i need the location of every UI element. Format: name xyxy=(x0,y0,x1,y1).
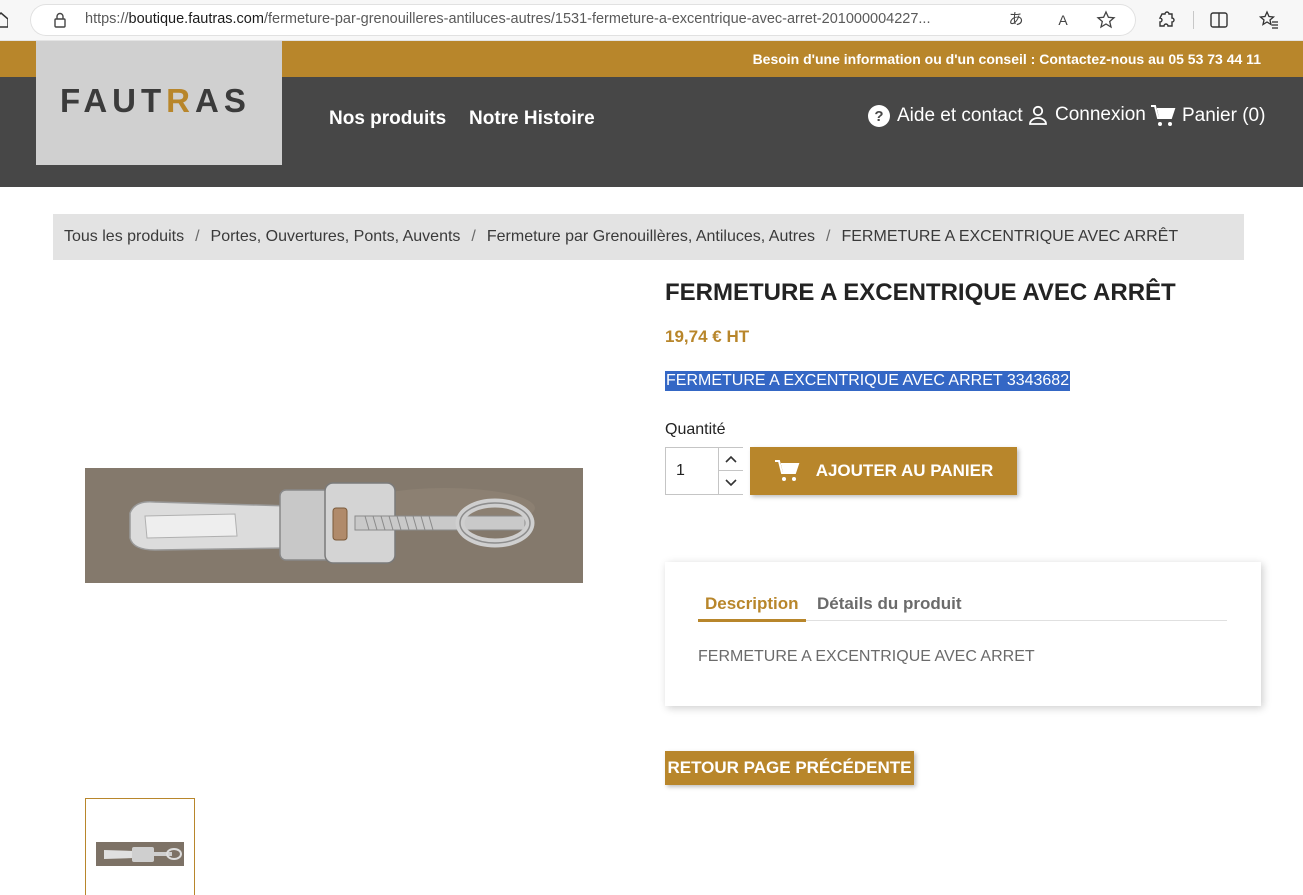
help-contact-link[interactable]: ? Aide et contact xyxy=(867,104,1023,128)
tab-product-details[interactable]: Détails du produit xyxy=(817,594,962,614)
chevron-up-icon xyxy=(725,455,737,463)
nav-produits[interactable]: Nos produits xyxy=(329,108,446,130)
quantity-decrease-button[interactable] xyxy=(718,471,743,494)
thumbnail-image xyxy=(96,842,184,866)
home-icon[interactable] xyxy=(0,12,8,28)
translate-icon[interactable]: あ xyxy=(1006,10,1026,30)
product-price: 19,74 € HT xyxy=(665,327,750,346)
extensions-icon[interactable] xyxy=(1156,10,1176,30)
favorites-icon[interactable] xyxy=(1259,10,1279,30)
url-host: boutique.fautras.com xyxy=(128,11,264,27)
browser-toolbar: https://boutique.fautras.com/fermeture-p… xyxy=(0,0,1303,41)
logo-part-1: FAUT xyxy=(60,82,167,119)
url-path: /fermeture-par-grenouilleres-antiluces-a… xyxy=(263,11,931,27)
svg-text:?: ? xyxy=(874,108,883,125)
quantity-increase-button[interactable] xyxy=(718,448,743,471)
help-label: Aide et contact xyxy=(897,105,1023,126)
product-short-description: FERMETURE A EXCENTRIQUE AVEC ARRET 33436… xyxy=(665,371,1071,391)
breadcrumb-separator: / xyxy=(826,228,831,245)
login-link[interactable]: Connexion xyxy=(1027,104,1146,126)
url-text[interactable]: https://boutique.fautras.com/fermeture-p… xyxy=(85,11,931,27)
url-prefix: https:// xyxy=(85,11,129,27)
quantity-input[interactable] xyxy=(666,448,718,494)
logo-text: FAUTRAS xyxy=(60,82,251,120)
user-icon xyxy=(1029,105,1047,125)
contact-info[interactable]: Besoin d'une information ou d'un conseil… xyxy=(753,51,1261,67)
toolbar-divider xyxy=(1193,11,1194,29)
lock-icon[interactable] xyxy=(52,12,68,28)
back-button[interactable]: RETOUR PAGE PRÉCÉDENTE xyxy=(665,751,914,785)
logo-part-2: AS xyxy=(195,82,251,119)
cart-link[interactable]: Panier (0) xyxy=(1150,104,1265,128)
breadcrumb-separator: / xyxy=(471,228,476,245)
logo-accent: R xyxy=(166,82,196,119)
tab-content-text: FERMETURE A EXCENTRIQUE AVEC ARRET xyxy=(698,648,1035,665)
breadcrumb-item[interactable]: Fermeture par Grenouillères, Antiluces, … xyxy=(487,228,815,246)
help-icon: ? xyxy=(868,105,890,127)
active-tab-indicator xyxy=(698,619,806,622)
cart-icon xyxy=(774,460,800,481)
product-image[interactable] xyxy=(85,468,583,583)
product-thumbnail[interactable] xyxy=(85,798,195,895)
split-screen-icon[interactable] xyxy=(1209,10,1229,30)
breadcrumb: Tous les produits / Portes, Ouvertures, … xyxy=(53,214,1244,260)
breadcrumb-current: FERMETURE A EXCENTRIQUE AVEC ARRÊT xyxy=(841,228,1179,245)
product-tabs: Description Détails du produit FERMETURE… xyxy=(665,562,1261,706)
site-logo[interactable]: FAUTRAS xyxy=(36,41,282,165)
breadcrumb-item[interactable]: Portes, Ouvertures, Ponts, Auvents xyxy=(211,228,461,246)
cart-icon xyxy=(1151,105,1176,126)
address-bar[interactable]: https://boutique.fautras.com/fermeture-p… xyxy=(30,4,1136,36)
chevron-down-icon xyxy=(725,478,737,486)
login-label: Connexion xyxy=(1055,104,1146,125)
tab-description[interactable]: Description xyxy=(705,594,799,614)
add-to-cart-button[interactable]: AJOUTER AU PANIER xyxy=(750,447,1017,495)
read-aloud-icon[interactable]: A xyxy=(1053,10,1073,30)
quantity-label: Quantité xyxy=(665,421,726,438)
breadcrumb-separator: / xyxy=(195,228,200,245)
nav-histoire[interactable]: Notre Histoire xyxy=(469,108,595,130)
product-title: FERMETURE A EXCENTRIQUE AVEC ARRÊT xyxy=(665,279,1176,306)
cart-label: Panier (0) xyxy=(1182,105,1266,126)
add-to-cart-label: AJOUTER AU PANIER xyxy=(815,461,994,480)
favorite-star-icon[interactable] xyxy=(1096,10,1116,30)
breadcrumb-item[interactable]: Tous les produits xyxy=(64,228,184,246)
quantity-stepper xyxy=(665,447,743,495)
